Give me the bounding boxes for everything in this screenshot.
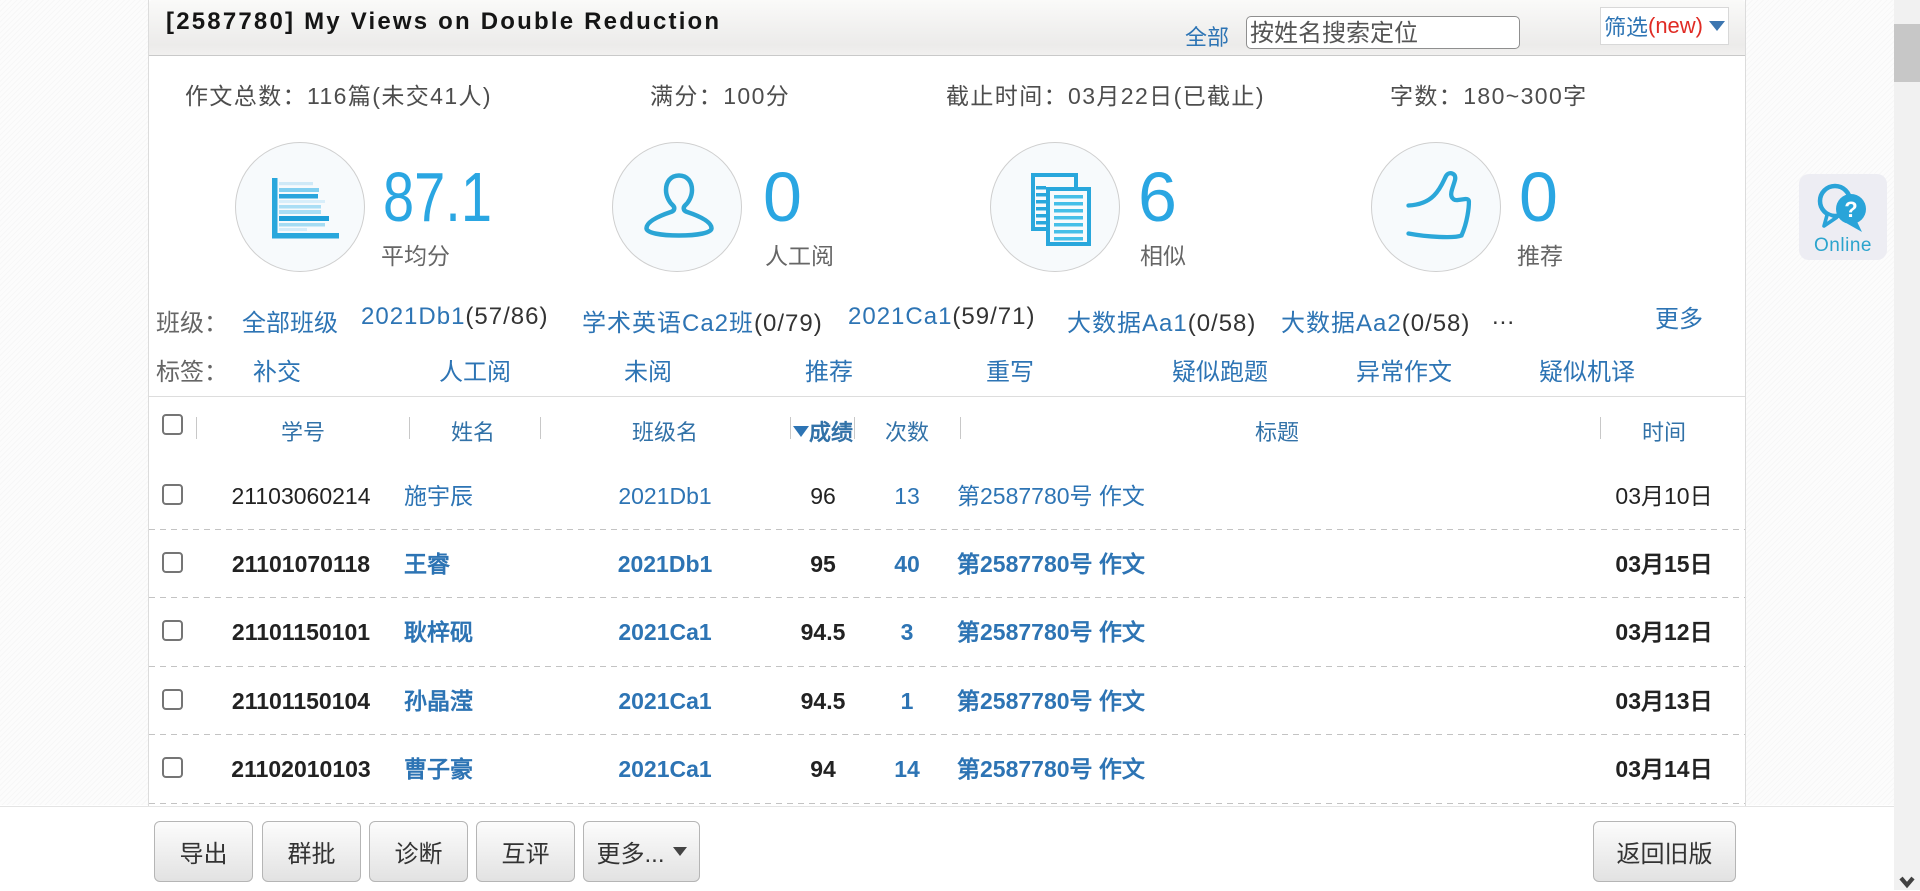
svg-text:?: ?	[1844, 197, 1857, 222]
